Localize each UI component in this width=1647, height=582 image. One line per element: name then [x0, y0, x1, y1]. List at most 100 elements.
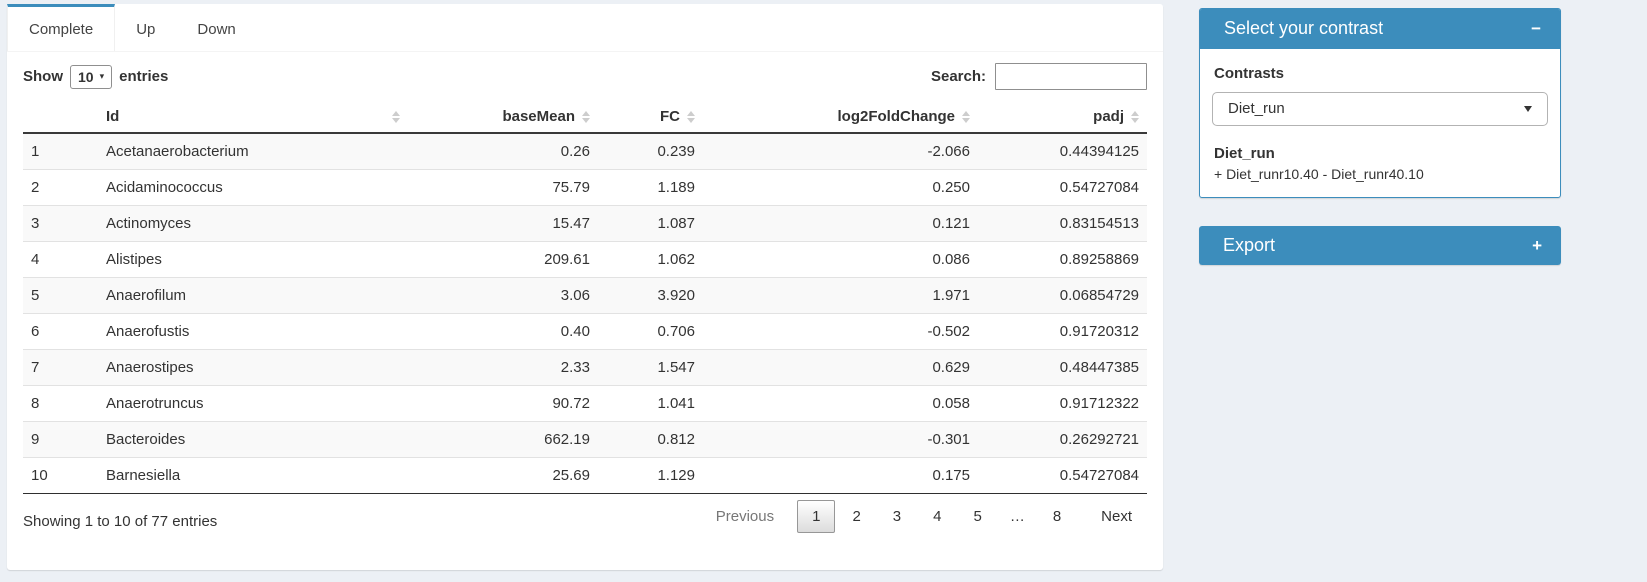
padj-cell: 0.44394125	[978, 133, 1147, 170]
page-number-list: 12345…8	[795, 500, 1076, 533]
contrast-formula: + Diet_runr10.40 - Diet_runr40.10	[1214, 166, 1548, 182]
page-length-control: Show 10 ▾ entries	[23, 65, 168, 89]
table-row[interactable]: 5Anaerofilum3.063.9201.9710.06854729	[23, 278, 1147, 314]
id-cell: Alistipes	[98, 242, 408, 278]
tab-up[interactable]: Up	[115, 4, 176, 51]
basemean-cell: 3.06	[408, 278, 598, 314]
page-button-5[interactable]: 5	[958, 500, 996, 533]
export-box-title: Export	[1223, 235, 1275, 257]
page-length-select[interactable]: 10 ▾	[70, 65, 112, 89]
column-label-log2foldchange: log2FoldChange	[838, 108, 956, 125]
id-cell: Anaerotruncus	[98, 386, 408, 422]
log2fc-cell: -0.502	[703, 314, 978, 350]
fc-cell: 1.189	[598, 170, 703, 206]
sort-icon	[1131, 111, 1139, 123]
page-button-2[interactable]: 2	[837, 500, 875, 533]
table-row[interactable]: 1Acetanaerobacterium0.260.239-2.0660.443…	[23, 133, 1147, 170]
fc-cell: 1.041	[598, 386, 703, 422]
column-header-padj[interactable]: padj	[978, 101, 1147, 133]
collapse-icon[interactable]: −	[1526, 18, 1546, 39]
row-index-cell: 10	[23, 458, 98, 494]
table-row[interactable]: 3Actinomyces15.471.0870.1210.83154513	[23, 206, 1147, 242]
padj-cell: 0.83154513	[978, 206, 1147, 242]
column-header-index	[23, 101, 98, 133]
log2fc-cell: 0.058	[703, 386, 978, 422]
padj-cell: 0.48447385	[978, 350, 1147, 386]
table-controls: Show 10 ▾ entries Search:	[23, 63, 1147, 90]
table-row[interactable]: 7Anaerostipes2.331.5470.6290.48447385	[23, 350, 1147, 386]
table-info: Showing 1 to 10 of 77 entries	[23, 513, 217, 530]
results-card: Complete Up Down Show 10 ▾ entries Searc…	[7, 4, 1163, 570]
id-cell: Acidaminococcus	[98, 170, 408, 206]
contrast-box: Select your contrast − Contrasts Diet_ru…	[1199, 8, 1561, 198]
table-header-row: Id baseMean FC	[23, 101, 1147, 133]
search-label: Search:	[931, 68, 986, 85]
column-header-log2foldchange[interactable]: log2FoldChange	[703, 101, 978, 133]
expand-icon[interactable]: +	[1527, 235, 1547, 256]
fc-cell: 1.129	[598, 458, 703, 494]
search-input[interactable]	[995, 63, 1147, 90]
contrast-box-header: Select your contrast −	[1200, 9, 1560, 49]
next-button[interactable]: Next	[1086, 500, 1147, 533]
row-index-cell: 9	[23, 422, 98, 458]
column-header-fc[interactable]: FC	[598, 101, 703, 133]
table-row[interactable]: 2Acidaminococcus75.791.1890.2500.5472708…	[23, 170, 1147, 206]
page-button-1[interactable]: 1	[797, 500, 835, 533]
basemean-cell: 90.72	[408, 386, 598, 422]
padj-cell: 0.54727084	[978, 170, 1147, 206]
entries-label: entries	[119, 68, 168, 85]
row-index-cell: 2	[23, 170, 98, 206]
id-cell: Actinomyces	[98, 206, 408, 242]
page-button-3[interactable]: 3	[878, 500, 916, 533]
log2fc-cell: -0.301	[703, 422, 978, 458]
fc-cell: 1.062	[598, 242, 703, 278]
show-label: Show	[23, 68, 63, 85]
log2fc-cell: 0.121	[703, 206, 978, 242]
sidebar-column: Select your contrast − Contrasts Diet_ru…	[1199, 8, 1561, 293]
fc-cell: 0.812	[598, 422, 703, 458]
tab-down[interactable]: Down	[176, 4, 256, 51]
padj-cell: 0.91712322	[978, 386, 1147, 422]
row-index-cell: 8	[23, 386, 98, 422]
previous-button[interactable]: Previous	[701, 500, 789, 533]
column-header-id[interactable]: Id	[98, 101, 408, 133]
pagination: Previous 12345…8 Next	[699, 500, 1147, 533]
table-row[interactable]: 6Anaerofustis0.400.706-0.5020.91720312	[23, 314, 1147, 350]
page-button-8[interactable]: 8	[1038, 500, 1076, 533]
log2fc-cell: 1.971	[703, 278, 978, 314]
padj-cell: 0.06854729	[978, 278, 1147, 314]
column-label-fc: FC	[660, 108, 680, 125]
table-row[interactable]: 4Alistipes209.611.0620.0860.89258869	[23, 242, 1147, 278]
contrast-select[interactable]: Diet_run	[1212, 92, 1548, 126]
contrast-box-body: Contrasts Diet_run Diet_run + Diet_runr1…	[1200, 49, 1560, 197]
table-row[interactable]: 9Bacteroides662.190.812-0.3010.26292721	[23, 422, 1147, 458]
search-control: Search:	[931, 63, 1147, 90]
contrasts-label: Contrasts	[1214, 65, 1548, 82]
log2fc-cell: 0.629	[703, 350, 978, 386]
row-index-cell: 5	[23, 278, 98, 314]
id-cell: Barnesiella	[98, 458, 408, 494]
sort-icon	[962, 111, 970, 123]
basemean-cell: 75.79	[408, 170, 598, 206]
fc-cell: 3.920	[598, 278, 703, 314]
log2fc-cell: 0.086	[703, 242, 978, 278]
page-button-4[interactable]: 4	[918, 500, 956, 533]
contrast-select-value: Diet_run	[1228, 100, 1285, 117]
log2fc-cell: 0.175	[703, 458, 978, 494]
page-length-value: 10	[78, 69, 94, 85]
table-row[interactable]: 8Anaerotruncus90.721.0410.0580.91712322	[23, 386, 1147, 422]
tab-complete[interactable]: Complete	[7, 4, 115, 51]
basemean-cell: 209.61	[408, 242, 598, 278]
table-body: 1Acetanaerobacterium0.260.239-2.0660.443…	[23, 133, 1147, 494]
row-index-cell: 7	[23, 350, 98, 386]
export-box: Export +	[1199, 226, 1561, 266]
row-index-cell: 3	[23, 206, 98, 242]
basemean-cell: 0.26	[408, 133, 598, 170]
column-header-basemean[interactable]: baseMean	[408, 101, 598, 133]
basemean-cell: 662.19	[408, 422, 598, 458]
table-row[interactable]: 10Barnesiella25.691.1290.1750.54727084	[23, 458, 1147, 494]
pagination-ellipsis: …	[999, 500, 1036, 533]
export-box-header: Export +	[1199, 226, 1561, 266]
contrast-box-title: Select your contrast	[1224, 18, 1383, 40]
basemean-cell: 15.47	[408, 206, 598, 242]
